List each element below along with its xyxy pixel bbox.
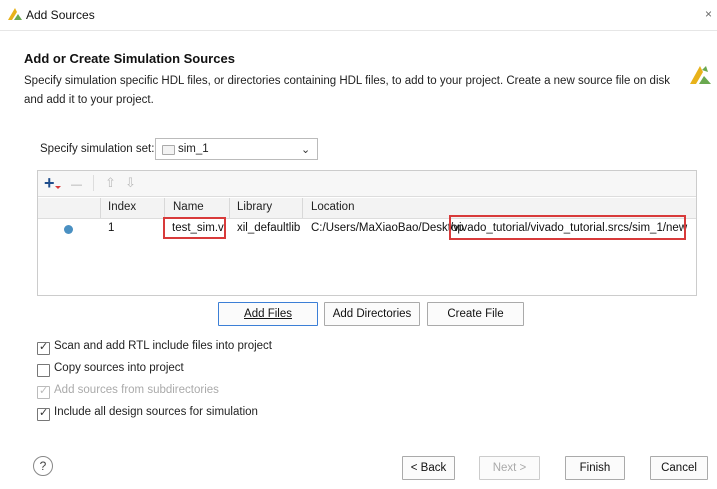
add-directories-button[interactable]: Add Directories — [324, 302, 420, 326]
option-label: Include all design sources for simulatio… — [54, 406, 258, 418]
page-title: Add or Create Simulation Sources — [24, 51, 235, 66]
highlight-box-location — [449, 215, 686, 240]
help-icon[interactable]: ? — [33, 456, 53, 476]
toolbar-divider — [93, 175, 94, 191]
column-separator — [229, 198, 230, 218]
vivado-logo-icon — [8, 8, 22, 24]
col-header-index[interactable]: Index — [108, 201, 136, 213]
checkbox[interactable] — [37, 364, 50, 377]
remove-icon[interactable]: — — [71, 176, 82, 194]
checkbox — [37, 384, 50, 399]
create-file-label: Create File — [447, 308, 504, 320]
cell-location-prefix: C:/Users/MaXiaoBao/Desktop — [311, 222, 464, 234]
add-files-button[interactable]: Add Files — [218, 302, 318, 326]
title-bar — [0, 0, 717, 31]
col-header-name[interactable]: Name — [173, 201, 204, 213]
col-header-location[interactable]: Location — [311, 201, 354, 213]
cell-index: 1 — [108, 222, 115, 234]
next-button: Next > — [479, 456, 540, 480]
back-button[interactable]: < Back — [402, 456, 455, 480]
checkbox[interactable] — [37, 406, 50, 421]
sources-toolbar: + — ⇧ ⇩ — [38, 171, 696, 197]
simset-dropdown[interactable]: sim_1 ⌄ — [155, 138, 318, 160]
col-header-library[interactable]: Library — [237, 201, 272, 213]
column-separator — [100, 198, 101, 218]
vivado-logo-large-icon — [688, 64, 712, 89]
option-label: Add sources from subdirectories — [54, 384, 219, 396]
folder-icon — [162, 145, 175, 155]
cell-library: xil_defaultlib — [237, 222, 301, 234]
column-separator — [164, 198, 165, 218]
column-separator — [302, 198, 303, 218]
move-down-icon[interactable]: ⇩ — [125, 174, 136, 192]
page-description: Specify simulation specific HDL files, o… — [24, 75, 670, 106]
finish-button[interactable]: Finish — [565, 456, 625, 480]
add-files-label: Add Files — [244, 308, 292, 320]
option-label: Scan and add RTL include files into proj… — [54, 340, 272, 352]
move-up-icon[interactable]: ⇧ — [105, 174, 116, 192]
highlight-box-name — [163, 217, 226, 239]
simset-value: sim_1 — [178, 143, 209, 155]
create-file-button[interactable]: Create File — [427, 302, 524, 326]
add-icon[interactable]: + — [44, 174, 55, 192]
cancel-button[interactable]: Cancel — [650, 456, 708, 480]
status-dot-icon — [64, 225, 73, 234]
close-icon[interactable]: × — [705, 7, 712, 21]
add-directories-label: Add Directories — [332, 308, 412, 320]
simset-label: Specify simulation set: — [40, 143, 155, 155]
add-dropdown-indicator-icon — [55, 186, 61, 189]
window-title: Add Sources — [26, 8, 95, 22]
checkbox[interactable] — [37, 340, 50, 355]
chevron-down-icon: ⌄ — [301, 144, 311, 156]
option-label: Copy sources into project — [54, 362, 184, 374]
